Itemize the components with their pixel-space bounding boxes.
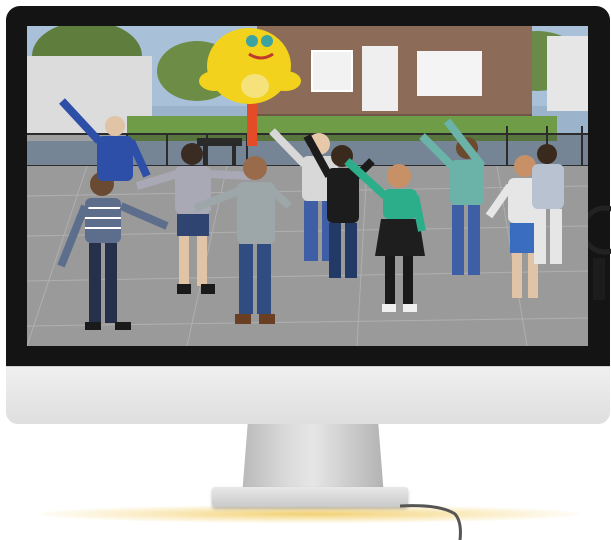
screen-photo [27, 26, 588, 346]
monitor-base [212, 487, 408, 507]
monitor-stand [242, 424, 384, 496]
power-cable [400, 504, 462, 540]
floor-glow [40, 505, 580, 523]
schoolyard-photo [27, 26, 588, 346]
monitor-chin [6, 366, 610, 424]
monitor-scene [0, 0, 611, 540]
